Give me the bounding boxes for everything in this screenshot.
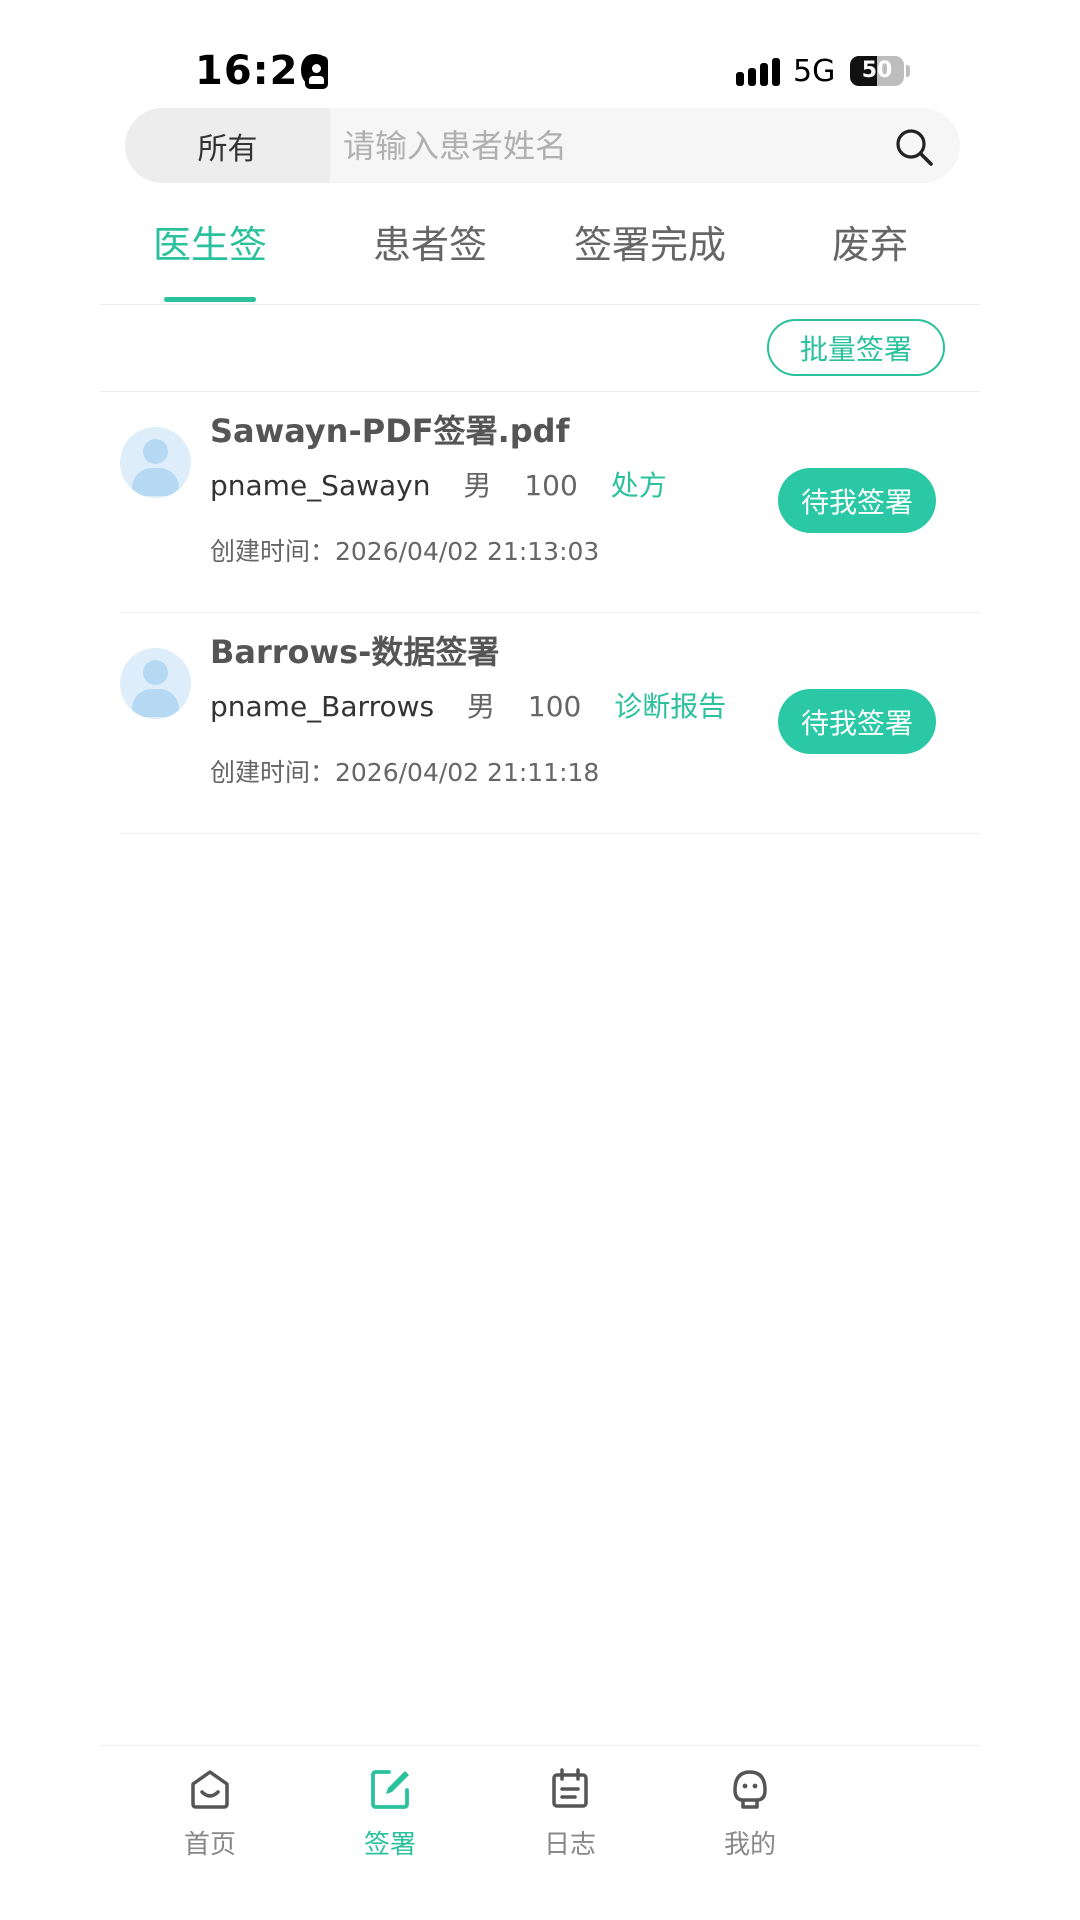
record-meta: pname_Barrows 男 100 诊断报告 — [210, 685, 726, 725]
sign-edit-icon — [371, 1770, 409, 1809]
record-title: Sawayn-PDF签署.pdf — [210, 412, 570, 450]
bottom-nav: 首页 签署 日志 我的 — [100, 1745, 980, 1920]
batch-sign-button[interactable]: 批量签署 — [767, 319, 945, 376]
nav-home-label: 首页 — [183, 1830, 236, 1860]
search-filter-select[interactable]: 所有 — [125, 108, 330, 183]
tab-doctor-sign[interactable]: 医生签 — [100, 215, 320, 305]
signal-icon — [736, 58, 782, 86]
nav-mine-label: 我的 — [723, 1830, 776, 1860]
patient-name: pname_Sawayn — [210, 469, 431, 502]
created-time: 创建时间：2026/04/02 21:13:03 — [210, 537, 600, 566]
pending-sign-button[interactable]: 待我签署 — [778, 689, 936, 754]
search-icon[interactable] — [893, 126, 935, 168]
nav-mine[interactable]: 我的 — [690, 1764, 810, 1884]
pending-sign-button[interactable]: 待我签署 — [778, 468, 936, 533]
list-item[interactable]: Sawayn-PDF签署.pdf pname_Sawayn 男 100 处方 创… — [120, 392, 980, 613]
id-badge-icon — [305, 56, 328, 89]
network-type: 5G — [793, 54, 836, 89]
search-input[interactable] — [343, 108, 873, 183]
avatar-icon — [120, 427, 191, 498]
tab-active-indicator — [164, 297, 256, 302]
nav-home[interactable]: 首页 — [150, 1764, 270, 1884]
nav-sign-label: 签署 — [363, 1830, 416, 1860]
created-time: 创建时间：2026/04/02 21:11:18 — [210, 758, 600, 787]
tab-patient-sign[interactable]: 患者签 — [320, 215, 540, 305]
nav-log[interactable]: 日志 — [510, 1764, 630, 1884]
patient-age: 100 — [524, 469, 578, 502]
avatar-icon — [120, 648, 191, 719]
nav-log-label: 日志 — [543, 1830, 596, 1860]
patient-age: 100 — [527, 690, 582, 723]
patient-gender: 男 — [463, 469, 492, 502]
list-item[interactable]: Barrows-数据签署 pname_Barrows 男 100 诊断报告 创建… — [120, 613, 980, 834]
record-title: Barrows-数据签署 — [210, 633, 500, 671]
nav-sign[interactable]: 签署 — [330, 1764, 450, 1884]
search-bar: 所有 — [125, 108, 960, 183]
profile-face-icon — [733, 1770, 767, 1809]
patient-name: pname_Barrows — [210, 690, 435, 723]
status-bar: 16:26 5G 50 — [0, 0, 1080, 110]
document-type: 诊断报告 — [614, 690, 727, 723]
record-meta: pname_Sawayn 男 100 处方 — [210, 464, 667, 504]
tab-signed-complete[interactable]: 签署完成 — [540, 215, 760, 305]
battery-percent: 50 — [861, 58, 893, 83]
document-type: 处方 — [610, 469, 667, 502]
tab-discarded[interactable]: 废弃 — [760, 215, 980, 305]
record-list: Sawayn-PDF签署.pdf pname_Sawayn 男 100 处方 创… — [120, 392, 980, 834]
batch-row: 批量签署 — [100, 305, 980, 392]
tab-bar: 医生签 患者签 签署完成 废弃 — [100, 215, 980, 305]
battery-tip — [906, 65, 910, 77]
battery-icon: 50 — [850, 56, 904, 86]
patient-gender: 男 — [467, 690, 496, 723]
home-icon — [191, 1770, 229, 1809]
calendar-log-icon — [552, 1768, 588, 1808]
